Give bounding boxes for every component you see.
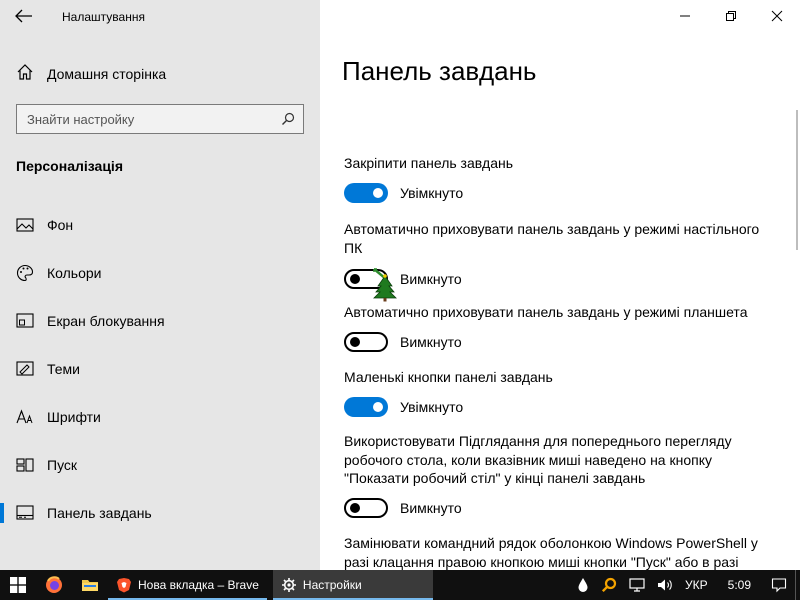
lock-screen-icon [16,312,34,330]
sidebar-item-taskbar[interactable]: Панель завдань [0,489,320,537]
file-explorer-button[interactable] [72,570,108,600]
sidebar-item-colors[interactable]: Кольори [0,249,320,297]
mouse-cursor-icon [368,268,404,307]
speaker-icon [658,579,672,591]
folder-icon [82,580,98,591]
sidebar-item-label: Пуск [47,457,78,473]
setting-label: Маленькі кнопки панелі завдань [344,369,553,385]
small-buttons-toggle[interactable] [344,396,388,417]
picture-icon [16,216,34,234]
sidebar: Налаштування Домашня сторінка Персоналіз… [0,0,320,570]
taskbar: Нова вкладка – Brave Настройки УКР 5:09 [0,570,800,600]
tray-volume-button[interactable] [651,578,679,592]
brave-icon [116,577,132,593]
window-controls [662,0,800,32]
firefox-icon [46,576,62,593]
clock[interactable]: 5:09 [714,578,765,592]
autohide-tablet-toggle[interactable] [344,331,388,352]
minimize-button[interactable] [662,0,708,32]
droplet-icon [578,578,588,592]
setting-label: Автоматично приховувати панель завдань у… [344,221,760,256]
language-indicator[interactable]: УКР [679,578,714,592]
notifications-button[interactable] [765,577,793,593]
peek-toggle[interactable] [344,497,388,518]
sidebar-item-themes[interactable]: Теми [0,345,320,393]
tray-search-button[interactable] [595,577,623,593]
lock-taskbar-toggle[interactable] [344,182,388,203]
toggle-knob [350,274,360,284]
firefox-button[interactable] [36,570,72,600]
search-box[interactable] [16,104,304,134]
sidebar-item-label: Кольори [47,265,102,281]
setting-peek: Використовувати Підглядання для попередн… [344,432,774,518]
sidebar-item-label: Фон [47,217,74,233]
sidebar-item-label: Панель завдань [47,505,152,521]
setting-label: Автоматично приховувати панель завдань у… [344,304,748,320]
section-title: Персоналізація [16,158,123,174]
system-tray: УКР 5:09 [571,570,800,600]
start-button[interactable] [0,570,36,600]
title-bar: Налаштування [0,0,320,32]
taskbar-app-label: Настройки [302,578,362,592]
windows-logo-icon [10,577,26,593]
toggle-knob [373,401,383,412]
sidebar-item-fonts[interactable]: Шрифти [0,393,320,441]
nav-home[interactable]: Домашня сторінка [16,62,316,86]
setting-autohide-desktop: Автоматично приховувати панель завдань у… [344,220,774,289]
setting-label: Використовувати Підглядання для попередн… [344,433,732,486]
back-button[interactable] [12,6,36,26]
nav-home-label: Домашня сторінка [47,66,167,82]
sidebar-item-label: Шрифти [47,409,101,425]
sidebar-item-background[interactable]: Фон [0,201,320,249]
setting-powershell: Замінювати командний рядок оболонкою Win… [344,534,774,570]
toggle-state: Вимкнуто [400,333,462,350]
sidebar-item-label: Теми [47,361,80,377]
taskbar-app-brave[interactable]: Нова вкладка – Brave [108,570,267,600]
start-icon [16,456,34,474]
setting-label: Закріпити панель завдань [344,155,514,171]
setting-small-buttons: Маленькі кнопки панелі завдань Увімкнуто [344,368,774,417]
notification-icon [771,578,787,593]
minimize-icon [680,15,690,17]
back-arrow-icon [15,9,32,23]
app-title: Налаштування [62,10,145,24]
taskbar-app-label: Нова вкладка – Brave [138,578,259,592]
palette-icon [16,264,34,282]
toggle-state: Увімкнуто [400,398,464,415]
close-icon [771,10,783,22]
taskbar-app-settings[interactable]: Настройки [272,570,433,600]
restore-button[interactable] [708,0,754,32]
network-monitor-icon [629,578,645,592]
tray-network-button[interactable] [623,578,651,592]
setting-lock-taskbar: Закріпити панель завдань Увімкнуто [344,154,774,203]
setting-label: Замінювати командний рядок оболонкою Win… [344,535,758,570]
themes-icon [16,360,34,378]
gear-icon [281,577,297,593]
font-icon [16,408,34,426]
search-icon[interactable] [281,112,295,131]
tray-drop-button[interactable] [571,577,595,593]
sidebar-item-lock-screen[interactable]: Екран блокування [0,297,320,345]
scrollbar[interactable] [796,110,798,250]
toggle-knob [350,336,360,347]
search-input[interactable] [17,105,267,133]
toggle-state: Вимкнуто [400,271,462,287]
home-icon [16,63,34,86]
setting-autohide-tablet: Автоматично приховувати панель завдань у… [344,303,774,352]
search-icon [601,577,617,593]
sidebar-item-start[interactable]: Пуск [0,441,320,489]
taskbar-icon [16,504,34,522]
toggle-state: Вимкнуто [400,499,462,516]
toggle-state: Увімкнуто [400,184,464,201]
page-title: Панель завдань [342,56,537,86]
nav-list: Фон Кольори Екран блокування Теми Шрифти [0,201,320,537]
close-button[interactable] [754,0,800,32]
toggle-knob [373,187,383,198]
restore-icon [726,11,736,21]
toggle-knob [350,502,360,513]
show-desktop-button[interactable] [793,570,800,600]
sidebar-item-label: Екран блокування [47,313,165,329]
